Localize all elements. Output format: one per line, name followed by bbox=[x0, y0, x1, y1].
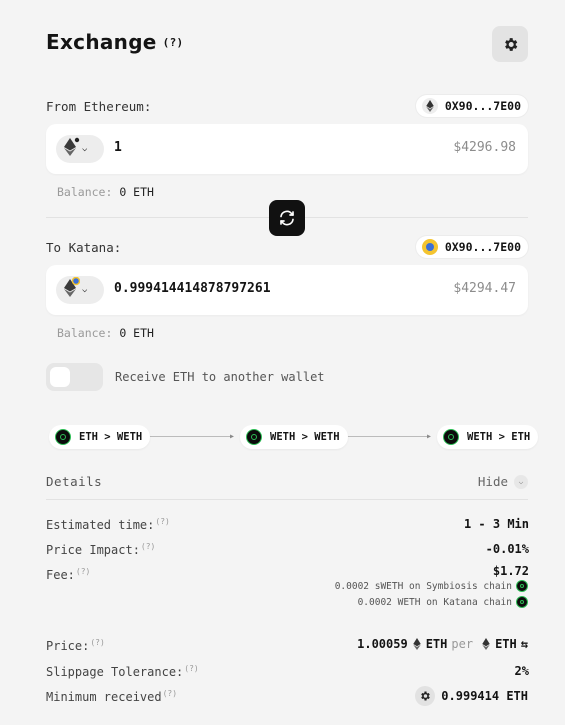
chevron-down-icon: ⌵ bbox=[82, 144, 88, 154]
fee-value: $1.72 bbox=[492, 564, 529, 578]
receive-other-wallet-label: Receive ETH to another wallet bbox=[115, 370, 325, 384]
help-icon[interactable]: (?) bbox=[163, 36, 184, 49]
from-usd-value: $4296.98 bbox=[453, 140, 516, 155]
help-icon[interactable]: (?) bbox=[76, 567, 90, 576]
katana-chain-icon bbox=[421, 239, 438, 255]
to-address: 0X90...7E00 bbox=[444, 240, 521, 254]
ethereum-icon bbox=[482, 638, 490, 650]
from-label: From Ethereum: bbox=[46, 99, 152, 114]
eth-token-icon bbox=[62, 276, 81, 303]
help-icon[interactable]: (?) bbox=[184, 664, 198, 673]
slippage-label: Slippage Tolerance:(?) bbox=[46, 664, 199, 679]
help-icon[interactable]: (?) bbox=[155, 517, 169, 526]
fee-label: Fee:(?) bbox=[46, 567, 91, 582]
toggle-knob bbox=[50, 367, 70, 387]
route-arrow-icon: ▸ bbox=[426, 431, 433, 442]
route-step: WETH > WETH bbox=[240, 425, 348, 449]
price-label: Price:(?) bbox=[46, 638, 105, 653]
to-balance: Balance: 0 ETH bbox=[57, 326, 154, 340]
katana-icon bbox=[246, 429, 262, 445]
katana-icon bbox=[443, 429, 459, 445]
from-token-selector[interactable]: ⌵ bbox=[56, 135, 104, 163]
fee-breakdown-symbiosis: 0.0002 sWETH on Symbiosis chain bbox=[335, 580, 528, 592]
price-value: 1.00059 ETH per ETH ⇆ bbox=[357, 637, 528, 651]
minimum-received-value: 0.999414 ETH bbox=[415, 686, 528, 706]
from-amount-input[interactable]: 1 bbox=[114, 140, 122, 155]
minimum-received-label: Minimum received(?) bbox=[46, 689, 178, 704]
to-label: To Katana: bbox=[46, 240, 122, 255]
gear-icon bbox=[415, 686, 436, 706]
hide-details-button[interactable]: Hide ⌵ bbox=[478, 474, 528, 489]
route-step: WETH > ETH bbox=[437, 425, 539, 449]
to-token-selector[interactable]: ⌵ bbox=[56, 276, 104, 304]
slippage-value[interactable]: 2% bbox=[515, 664, 529, 678]
estimated-time-label: Estimated time:(?) bbox=[46, 517, 170, 532]
from-address-pill[interactable]: 0X90...7E00 bbox=[415, 95, 528, 117]
from-amount-card: ⌵ 1 $4296.98 bbox=[46, 124, 528, 174]
ethereum-icon bbox=[412, 638, 421, 650]
gear-icon bbox=[504, 37, 517, 51]
route-step: ETH > WETH bbox=[49, 425, 151, 449]
eth-token-icon bbox=[62, 136, 80, 162]
swap-icon bbox=[280, 210, 294, 226]
divider bbox=[46, 499, 528, 500]
page-title: Exchange (?) bbox=[46, 30, 184, 54]
route-arrow-icon: ▸ bbox=[229, 431, 236, 442]
to-amount-value: 0.999414414878797261 bbox=[114, 281, 271, 296]
chevron-down-icon: ⌵ bbox=[82, 285, 88, 295]
route-connector bbox=[342, 436, 430, 437]
chevron-down-icon: ⌵ bbox=[514, 474, 528, 489]
ethereum-icon bbox=[421, 98, 438, 114]
to-amount-card: ⌵ 0.999414414878797261 $4294.47 bbox=[46, 265, 528, 315]
route-connector bbox=[145, 436, 233, 437]
to-usd-value: $4294.47 bbox=[453, 281, 516, 296]
receive-other-wallet-toggle[interactable] bbox=[46, 363, 103, 391]
help-icon[interactable]: (?) bbox=[141, 542, 155, 551]
katana-icon bbox=[516, 580, 528, 592]
from-balance: Balance: 0 ETH bbox=[57, 185, 154, 199]
help-icon[interactable]: (?) bbox=[90, 638, 104, 647]
estimated-time-value: 1 - 3 Min bbox=[463, 517, 529, 531]
katana-icon bbox=[516, 596, 528, 608]
from-address: 0X90...7E00 bbox=[444, 99, 521, 113]
price-impact-label: Price Impact:(?) bbox=[46, 542, 156, 557]
price-impact-value: -0.01% bbox=[485, 542, 529, 556]
help-icon[interactable]: (?) bbox=[163, 689, 177, 698]
katana-icon bbox=[55, 429, 71, 445]
swap-rate-icon[interactable]: ⇆ bbox=[521, 637, 528, 651]
details-heading: Details bbox=[46, 474, 103, 489]
settings-button[interactable] bbox=[492, 26, 528, 62]
swap-direction-button[interactable] bbox=[269, 200, 305, 236]
to-address-pill[interactable]: 0X90...7E00 bbox=[415, 236, 528, 258]
fee-breakdown-katana: 0.0002 WETH on Katana chain bbox=[358, 596, 528, 608]
